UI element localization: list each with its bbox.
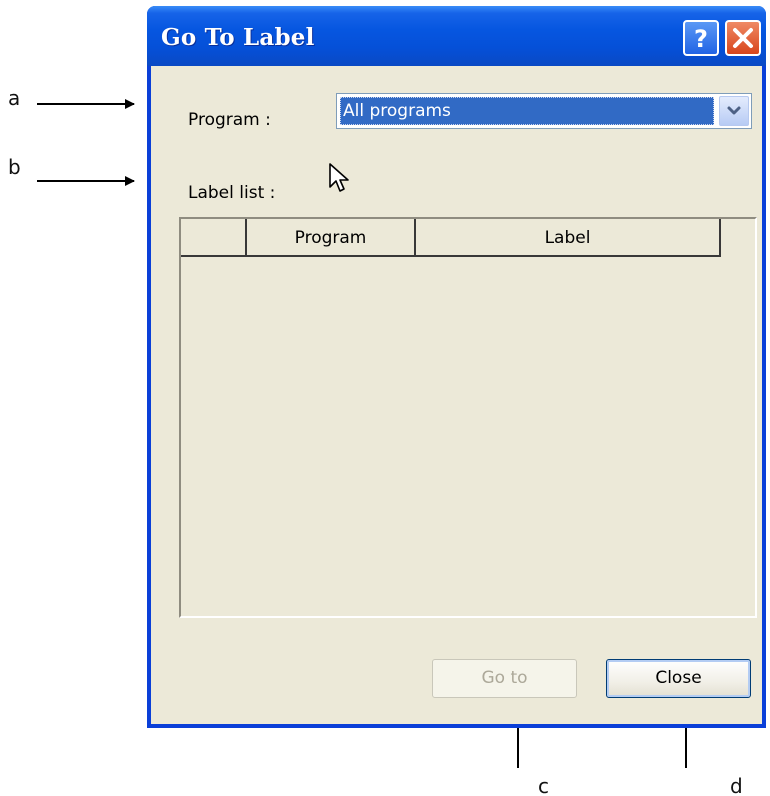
label-list-table[interactable]: Program Label [179,217,757,618]
table-header: Program Label [181,219,755,258]
svg-text:?: ? [694,25,708,53]
go-to-button[interactable]: Go to [432,659,577,698]
callout-d: d [730,774,743,796]
chevron-down-icon [727,106,741,115]
x-close-icon [733,28,753,48]
callout-b: b [8,155,21,179]
dropdown-button[interactable] [719,96,749,126]
column-header-program[interactable]: Program [247,219,416,257]
question-mark-icon: ? [694,25,708,53]
go-to-label-dialog: Go To Label ? Program : All programs Lab… [147,6,766,728]
dialog-client-area: Program : All programs Label list : Prog… [151,66,762,724]
program-combobox[interactable]: All programs [336,93,752,129]
title-bar[interactable]: Go To Label ? [147,6,766,66]
window-title: Go To Label [161,24,315,51]
help-button[interactable]: ? [683,20,719,56]
figure: a b c d Go To Label ? Program : All prog… [0,0,770,796]
program-label: Program : [188,110,271,130]
column-header-blank[interactable] [181,219,247,257]
column-header-label[interactable]: Label [416,219,721,257]
program-selected-value[interactable]: All programs [340,97,714,125]
mouse-pointer-icon [329,163,349,192]
close-button[interactable]: Close [606,659,751,698]
callout-c: c [538,774,549,796]
label-list-label: Label list : [188,183,276,203]
close-window-button[interactable] [725,20,761,56]
callout-a: a [8,86,21,110]
